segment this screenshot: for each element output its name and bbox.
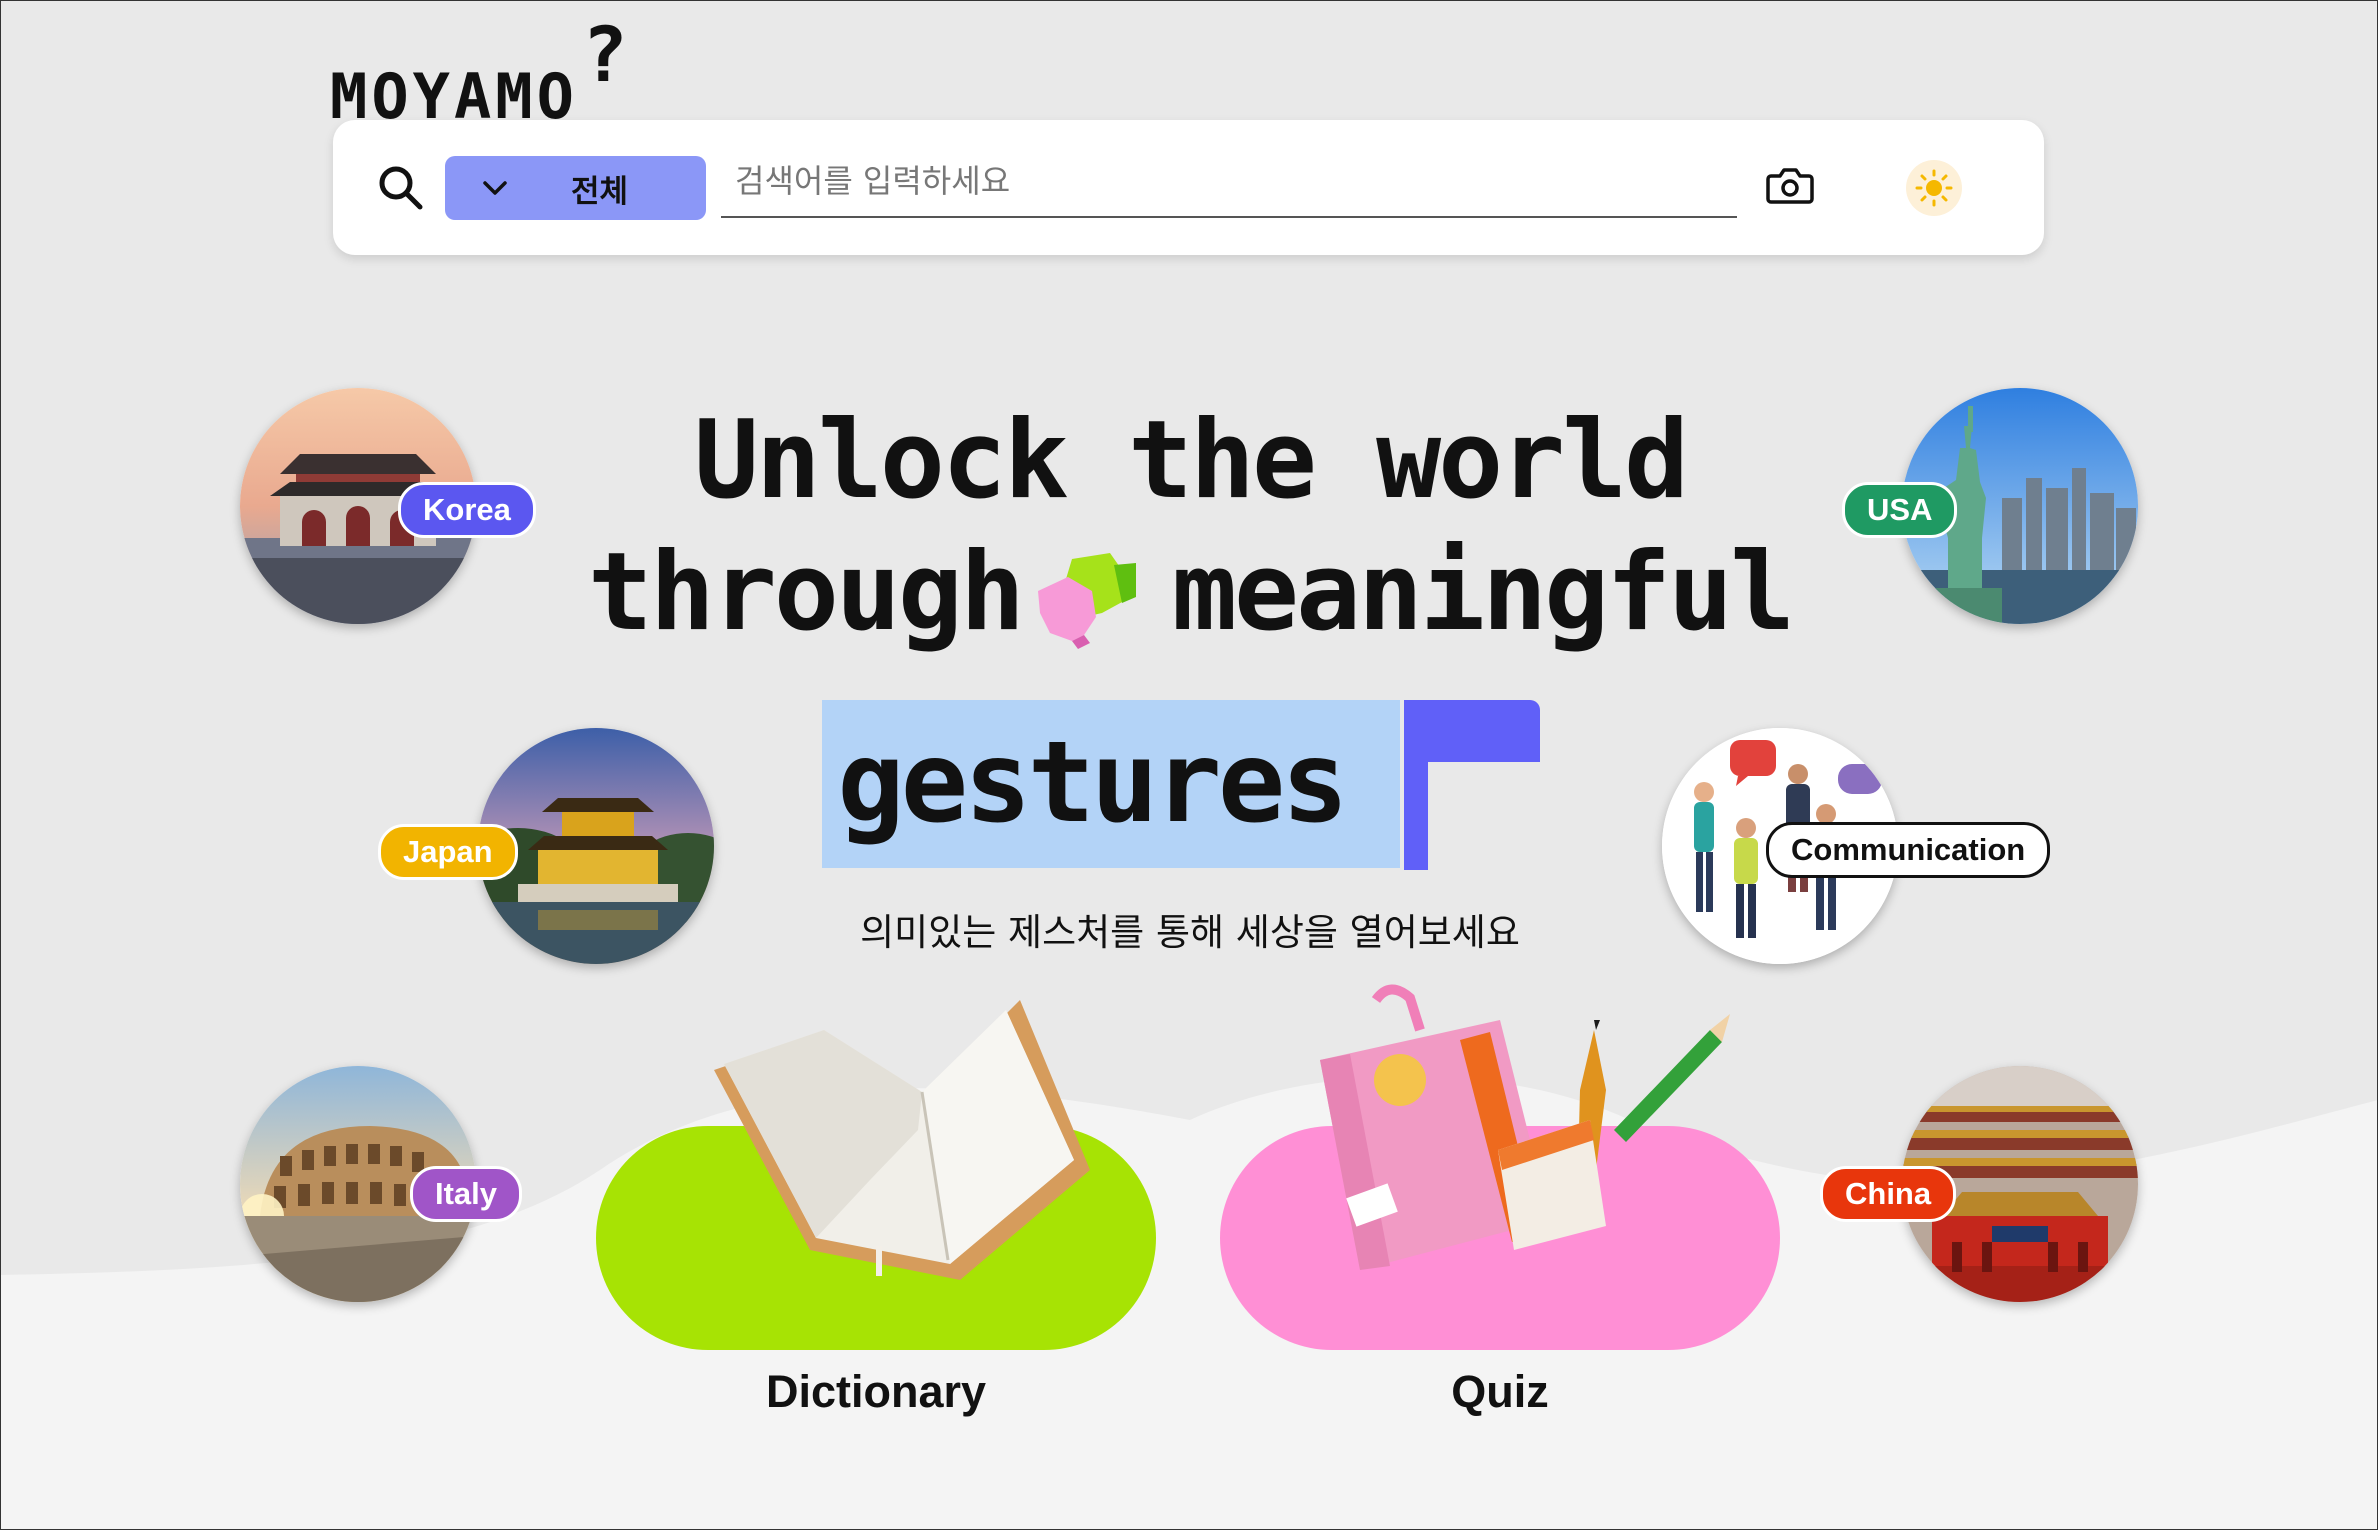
search-input[interactable] — [721, 146, 1737, 218]
search-bar: 전체 — [333, 120, 2044, 255]
tag-italy[interactable]: Italy — [410, 1166, 523, 1222]
hero-headline: Unlock the world through meaningful — [560, 395, 1820, 659]
open-book-icon — [714, 1000, 1090, 1280]
notebook-pencils-icon — [1320, 984, 1730, 1270]
headline-line-3: gestures — [837, 718, 1348, 848]
tag-communication[interactable]: Communication — [1766, 822, 2051, 878]
gestures-highlight: gestures — [822, 700, 1400, 868]
tag-china[interactable]: China — [1820, 1166, 1957, 1222]
logo-question-mark: ? — [582, 10, 628, 99]
tag-korea[interactable]: Korea — [398, 482, 536, 538]
headline-line-2: through meaningful — [560, 527, 1820, 659]
quiz-label[interactable]: Quiz — [1320, 1366, 1680, 1418]
hero-subtitle: 의미있는 제스처를 통해 세상을 열어보세요 — [860, 911, 1520, 954]
moyamo-logo[interactable]: MOYAMO ? — [330, 10, 660, 133]
text-cursor-shape — [1404, 700, 1540, 870]
sun-icon — [1915, 169, 1953, 207]
tag-usa[interactable]: USA — [1842, 482, 1958, 538]
headline-word-meaningful: meaningful — [1171, 530, 1795, 655]
search-icon[interactable] — [375, 162, 427, 214]
camera-icon[interactable] — [1765, 162, 1815, 208]
puzzle-icon — [1037, 553, 1136, 649]
headline-word-through: through — [587, 530, 1025, 655]
category-dropdown[interactable]: 전체 — [445, 156, 706, 220]
dictionary-label[interactable]: Dictionary — [696, 1366, 1056, 1418]
theme-toggle-button[interactable] — [1906, 160, 1962, 216]
category-selected-label: 전체 — [570, 173, 629, 210]
headline-line-1: Unlock the world — [693, 398, 1689, 523]
tag-japan[interactable]: Japan — [378, 824, 518, 880]
